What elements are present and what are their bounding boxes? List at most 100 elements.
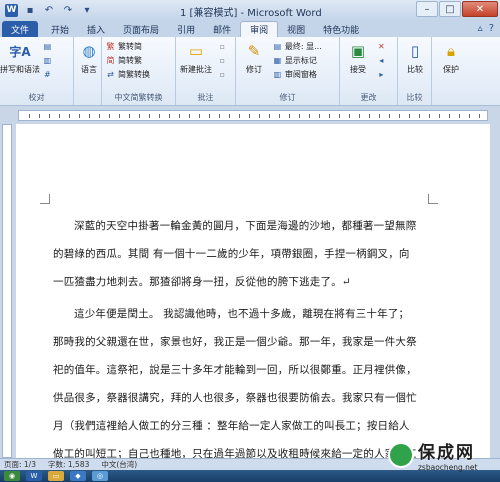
accept-icon: ▣ <box>350 42 366 60</box>
research-button[interactable]: ▤ <box>42 40 53 52</box>
prev-comment-icon: ▫ <box>219 55 226 65</box>
ruler-tick <box>309 114 310 118</box>
tab-home[interactable]: 开始 <box>42 21 78 37</box>
protect-button[interactable]: 🔒︎ 保护 <box>435 40 467 75</box>
prev-comment-button[interactable]: ▫ <box>217 54 228 66</box>
undo-icon[interactable]: ↶ <box>42 3 56 17</box>
customize-qat-icon[interactable]: ▾ <box>80 3 94 17</box>
reject-button[interactable]: ✕ <box>376 40 387 52</box>
ruler-tick <box>89 114 90 118</box>
tab-insert[interactable]: 插入 <box>78 21 114 37</box>
title-bar: W ▪ ↶ ↷ ▾ 1 [兼容模式] - Microsoft Word – □ … <box>0 0 500 20</box>
redo-icon[interactable]: ↷ <box>61 3 75 17</box>
tab-special-features[interactable]: 特色功能 <box>314 21 368 37</box>
document-body[interactable]: 深藍的天空中掛著一輪金黃的圓月，下面是海邊的沙地，都種著一望無際的碧綠的西瓜。其… <box>53 212 417 458</box>
maximize-button[interactable]: □ <box>439 1 461 17</box>
accept-button[interactable]: ▣ 接受 <box>343 40 373 75</box>
minimize-ribbon-icon[interactable]: ▵ <box>478 23 483 34</box>
ruler-tick <box>289 114 290 118</box>
start-icon[interactable]: ◉ <box>4 471 20 481</box>
ruler-tick <box>149 114 150 118</box>
new-comment-button[interactable]: ▭ 新建批注 <box>179 40 213 75</box>
ruler-tick <box>59 114 60 118</box>
ruler-tick <box>279 114 280 118</box>
close-button[interactable]: ✕ <box>462 1 498 17</box>
ruler-tick <box>349 114 350 118</box>
group-label-tracking: 修订 <box>279 93 296 102</box>
previous-change-button[interactable]: ◂ <box>376 54 387 66</box>
review-pane-icon: ▥ <box>273 69 282 79</box>
next-comment-button[interactable]: ▫ <box>217 68 228 80</box>
tab-mailings[interactable]: 邮件 <box>204 21 240 37</box>
word-taskbar-icon[interactable]: W <box>26 471 42 481</box>
page-count[interactable]: 页面: 1/3 <box>4 459 36 470</box>
document-page[interactable]: 深藍的天空中掛著一輪金黃的圓月，下面是海邊的沙地，都種著一望無際的碧綠的西瓜。其… <box>16 124 490 458</box>
review-pane-button[interactable]: ▥ 审阅窗格 <box>272 68 322 80</box>
thesaurus-button[interactable]: ▥ <box>42 54 53 66</box>
spelling-grammar-button[interactable]: 字A 拼写和语法 <box>0 40 40 75</box>
word-count-icon: # <box>44 69 51 79</box>
show-markup-icon: ▦ <box>273 55 282 65</box>
next-comment-icon: ▫ <box>219 69 226 79</box>
ribbon-tabs: 文件 开始 插入 页面布局 引用 邮件 审阅 视图 特色功能 <box>0 20 500 37</box>
minimize-button[interactable]: – <box>416 1 438 17</box>
ruler-tick <box>199 114 200 118</box>
language-button[interactable]: ◍ 语言 <box>77 40 101 75</box>
word-count[interactable]: 字数: 1,583 <box>48 459 89 470</box>
research-icon: ▤ <box>43 41 52 51</box>
ruler-tick <box>249 114 250 118</box>
ruler-tick <box>419 114 420 118</box>
ruler-tick <box>209 114 210 118</box>
ruler-tick <box>479 114 480 118</box>
ruler-tick <box>269 114 270 118</box>
simp-trad-icon: 简 <box>106 55 115 65</box>
ruler-tick <box>189 114 190 118</box>
ruler-tick <box>389 114 390 118</box>
tab-view[interactable]: 视图 <box>278 21 314 37</box>
tab-file[interactable]: 文件 <box>2 21 39 37</box>
language-indicator[interactable]: 中文(台湾) <box>101 459 137 470</box>
save-icon[interactable]: ▪ <box>23 3 37 17</box>
tab-review[interactable]: 审阅 <box>240 21 279 37</box>
previous-change-icon: ◂ <box>379 55 384 65</box>
app-taskbar-icon[interactable]: ◆ <box>70 471 86 481</box>
horizontal-ruler[interactable] <box>18 110 488 121</box>
word-count-button[interactable]: # <box>42 68 53 80</box>
group-label-comments: 批注 <box>197 93 214 102</box>
group-label-compare: 比较 <box>406 93 423 102</box>
simp-to-trad-button[interactable]: 简简转繁 <box>105 54 150 66</box>
display-for-review-select[interactable]: ▤ 最终: 显... <box>272 40 322 52</box>
paragraph[interactable]: 深藍的天空中掛著一輪金黃的圓月，下面是海邊的沙地，都種著一望無際的碧綠的西瓜。其… <box>53 212 417 296</box>
ruler-tick <box>79 114 80 118</box>
ruler-tick <box>99 114 100 118</box>
group-changes: ▣ 接受 ✕ ◂ ▸ 更改 <box>340 37 398 105</box>
tab-page-layout[interactable]: 页面布局 <box>114 21 168 37</box>
compare-button[interactable]: ▯ 比较 <box>401 40 429 75</box>
browser-taskbar-icon[interactable]: ◎ <box>92 471 108 481</box>
ruler-tick <box>449 114 450 118</box>
next-change-button[interactable]: ▸ <box>376 68 387 80</box>
group-compare: ▯ 比较 比较 <box>398 37 432 105</box>
track-changes-button[interactable]: ✎ 修订 <box>239 40 269 75</box>
help-icon[interactable]: ? <box>489 23 494 34</box>
ruler-tick <box>129 114 130 118</box>
margin-corner-mark <box>428 194 438 204</box>
vertical-ruler[interactable] <box>2 124 12 458</box>
group-label-chinese-conversion: 中文简繁转换 <box>114 93 163 102</box>
paragraph[interactable]: 這少年便是閏土。 我認識他時，也不過十多歲，離現在將有三十年了；那時我的父親還在… <box>53 300 417 458</box>
tab-references[interactable]: 引用 <box>168 21 204 37</box>
folder-taskbar-icon[interactable]: ▭ <box>48 471 64 481</box>
delete-comment-button[interactable]: ▫ <box>217 40 228 52</box>
ruler-tick <box>439 114 440 118</box>
trad-to-simp-button[interactable]: 繁繁转简 <box>105 40 150 52</box>
delete-comment-icon: ▫ <box>219 41 226 51</box>
ruler-tick <box>139 114 140 118</box>
reject-icon: ✕ <box>378 41 385 51</box>
group-tracking: ✎ 修订 ▤ 最终: 显... ▦ 显示标记 ▥ 审阅窗格 修订 <box>236 37 340 105</box>
convert-button[interactable]: ⇄ 简繁转换 <box>105 68 150 80</box>
ruler-tick <box>239 114 240 118</box>
word-logo-icon[interactable]: W <box>5 3 18 17</box>
show-markup-button[interactable]: ▦ 显示标记 <box>272 54 322 66</box>
ruler-tick <box>339 114 340 118</box>
trad-simp-icon: 繁 <box>106 41 115 51</box>
